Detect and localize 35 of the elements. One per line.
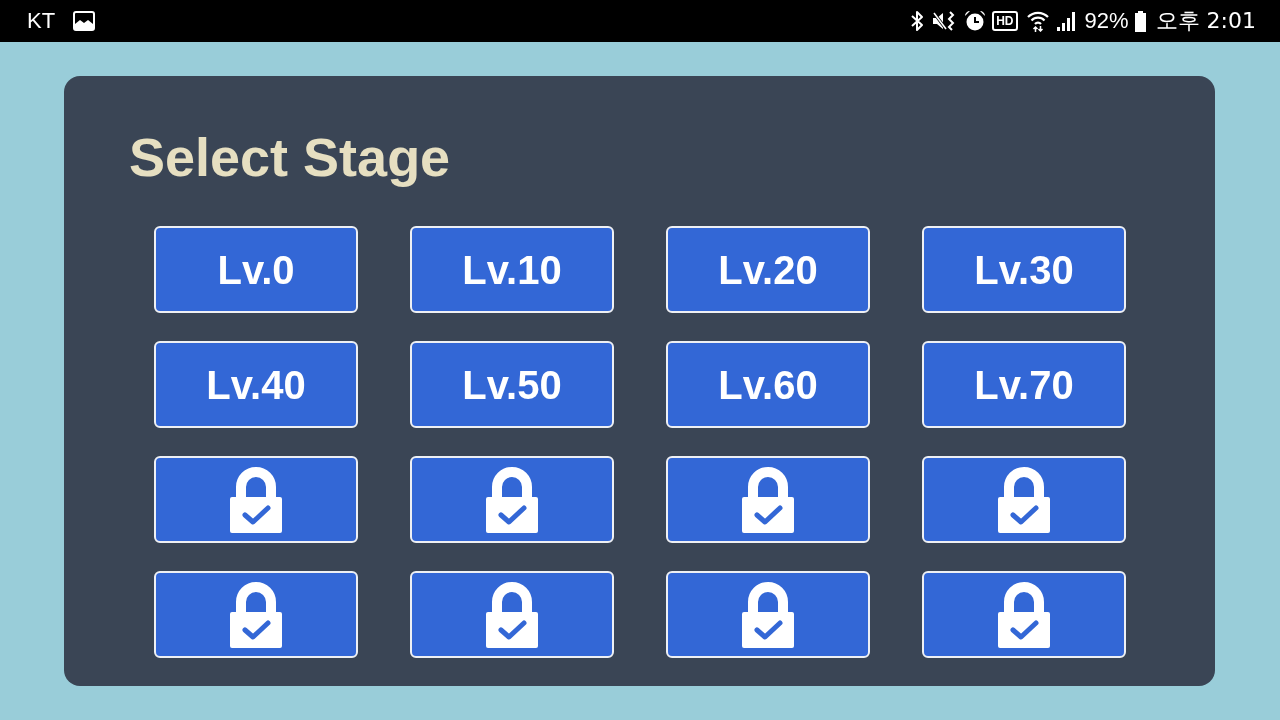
padlock-icon	[230, 466, 282, 533]
signal-icon	[1056, 11, 1077, 31]
padlock-icon	[486, 581, 538, 648]
locked-stage-button[interactable]	[410, 456, 614, 543]
carrier-name: KT	[27, 10, 56, 32]
stage-button[interactable]: Lv.50	[410, 341, 614, 428]
stage-button[interactable]: Lv.10	[410, 226, 614, 313]
battery-percentage: 92%	[1084, 10, 1129, 32]
padlock-icon	[486, 466, 538, 533]
locked-stage-button[interactable]	[154, 571, 358, 658]
alarm-clock-icon	[964, 10, 987, 32]
bluetooth-icon	[910, 10, 925, 32]
padlock-icon	[998, 581, 1050, 648]
stage-button[interactable]: Lv.0	[154, 226, 358, 313]
hd-indicator: HD	[992, 11, 1018, 31]
stage-button[interactable]: Lv.40	[154, 341, 358, 428]
stage-button[interactable]: Lv.20	[666, 226, 870, 313]
stage-button[interactable]: Lv.30	[922, 226, 1126, 313]
wifi-icon	[1026, 10, 1049, 32]
locked-stage-button[interactable]	[922, 571, 1126, 658]
stage-button[interactable]: Lv.60	[666, 341, 870, 428]
battery-icon	[1134, 10, 1146, 32]
locked-stage-button[interactable]	[666, 571, 870, 658]
locked-stage-button[interactable]	[922, 456, 1126, 543]
padlock-icon	[742, 466, 794, 533]
padlock-icon	[742, 581, 794, 648]
padlock-icon	[998, 466, 1050, 533]
locked-stage-button[interactable]	[154, 456, 358, 543]
mute-icon	[932, 10, 957, 32]
clock-time: 오후 2:01	[1155, 10, 1256, 32]
image-icon	[73, 11, 96, 31]
locked-stage-button[interactable]	[666, 456, 870, 543]
locked-stage-button[interactable]	[410, 571, 614, 658]
padlock-icon	[230, 581, 282, 648]
stage-button[interactable]: Lv.70	[922, 341, 1126, 428]
